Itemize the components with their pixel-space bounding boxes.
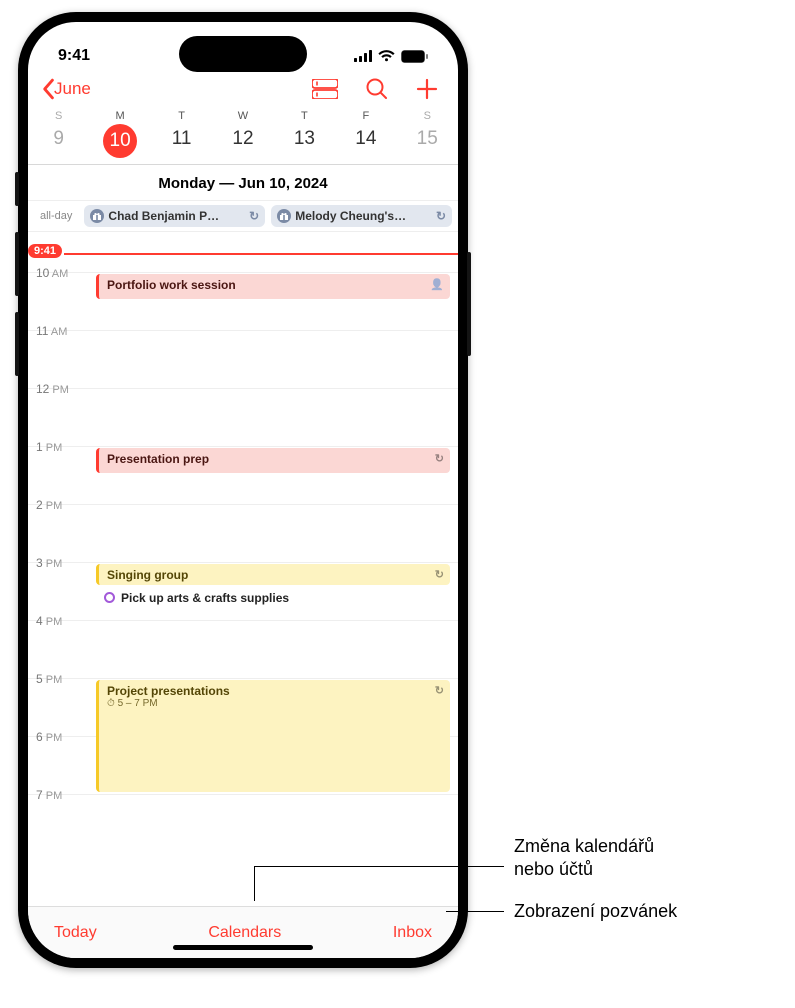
weekday-number: 13 xyxy=(274,128,335,150)
allday-event-chip[interactable]: Chad Benjamin P… ↻ xyxy=(84,205,265,227)
event-time-range: ⏱ 5 – 7 PM xyxy=(107,698,442,709)
hour-gridline: 4 PM xyxy=(28,620,458,621)
weekday-number: 15 xyxy=(397,128,458,150)
back-label: June xyxy=(54,79,91,99)
hour-gridline: 12 PM xyxy=(28,388,458,389)
birthday-gift-icon xyxy=(90,209,104,223)
dynamic-island xyxy=(179,36,307,72)
participants-icon: 👤 xyxy=(430,278,444,291)
event-title: Presentation prep xyxy=(107,452,209,466)
hour-gridline: 11 AM xyxy=(28,330,458,331)
calendar-color-dot xyxy=(104,592,115,603)
calendars-button[interactable]: Calendars xyxy=(208,924,281,942)
weekday-number: 14 xyxy=(335,128,396,150)
event-title: Project presentations xyxy=(107,684,230,698)
allday-row: all-day Chad Benjamin P… ↻ Melody Cheung… xyxy=(28,201,458,232)
hour-gridline: 7 PM xyxy=(28,794,458,795)
hour-label: 10 AM xyxy=(36,266,68,280)
event-title: Portfolio work session xyxy=(107,278,236,292)
callout-connector xyxy=(254,866,504,867)
weekday-letter: T xyxy=(151,110,212,122)
allday-event-text: Chad Benjamin P… xyxy=(108,209,245,223)
hour-label: 12 PM xyxy=(36,382,69,396)
top-nav: June xyxy=(28,76,458,106)
event-singing[interactable]: Singing group ↻ xyxy=(96,564,450,585)
day-timeline[interactable]: 10 AM 11 AM 12 PM 1 PM 2 PM 3 PM 4 PM 5 PM 6 PM 7… xyxy=(28,232,458,906)
status-time: 9:41 xyxy=(58,47,90,65)
iphone-frame: 9:41 June S9M10T11W12T13F14S15 Monday — … xyxy=(18,12,468,968)
repeat-icon: ↻ xyxy=(436,209,446,223)
home-indicator[interactable] xyxy=(173,945,313,950)
weekday-number: 9 xyxy=(28,128,89,150)
event-title: Singing group xyxy=(107,568,188,582)
repeat-icon: ↻ xyxy=(249,209,259,223)
hour-gridline: 3 PM xyxy=(28,562,458,563)
search-icon[interactable] xyxy=(366,78,388,100)
hour-gridline: 10 AM xyxy=(28,272,458,273)
list-view-icon[interactable] xyxy=(312,79,338,99)
callout-connector xyxy=(254,866,255,901)
event-pickup[interactable]: Pick up arts & crafts supplies xyxy=(96,587,450,608)
hour-label: 7 PM xyxy=(36,788,62,802)
allday-event-chip[interactable]: Melody Cheung's… ↻ xyxy=(271,205,452,227)
hour-label: 4 PM xyxy=(36,614,62,628)
event-presentation-prep[interactable]: Presentation prep ↻ xyxy=(96,448,450,473)
callout-text-calendars: Změna kalendářů nebo účtů xyxy=(514,835,654,882)
hour-gridline: 5 PM xyxy=(28,678,458,679)
bottom-toolbar: Today Calendars Inbox xyxy=(28,906,458,958)
back-button[interactable]: June xyxy=(40,78,91,100)
weekday-letter: W xyxy=(212,110,273,122)
weekday-column[interactable]: T 13 xyxy=(274,110,335,164)
hour-label: 6 PM xyxy=(36,730,62,744)
weekday-letter: S xyxy=(397,110,458,122)
battery-icon xyxy=(401,50,428,63)
repeat-icon: ↻ xyxy=(435,452,444,465)
weekday-number: 12 xyxy=(212,128,273,150)
callout-connector xyxy=(446,911,504,912)
screen: 9:41 June S9M10T11W12T13F14S15 Monday — … xyxy=(28,22,458,958)
weekday-letter: M xyxy=(89,110,150,122)
event-portfolio[interactable]: Portfolio work session 👤 xyxy=(96,274,450,299)
weekday-column[interactable]: M 10 xyxy=(89,110,150,164)
hour-label: 11 AM xyxy=(36,324,67,338)
weekday-column[interactable]: F 14 xyxy=(335,110,396,164)
week-header: S9M10T11W12T13F14S15 xyxy=(28,106,458,165)
weekday-column[interactable]: T 11 xyxy=(151,110,212,164)
hour-gridline: 1 PM xyxy=(28,446,458,447)
repeat-icon: ↻ xyxy=(435,568,444,581)
current-date-label: Monday — Jun 10, 2024 xyxy=(28,165,458,201)
hour-label: 3 PM xyxy=(36,556,62,570)
hour-label: 2 PM xyxy=(36,498,62,512)
weekday-column[interactable]: W 12 xyxy=(212,110,273,164)
allday-label: all-day xyxy=(40,210,72,222)
hour-label: 1 PM xyxy=(36,440,62,454)
hour-gridline: 2 PM xyxy=(28,504,458,505)
weekday-number: 11 xyxy=(151,128,212,150)
repeat-icon: ↻ xyxy=(435,684,444,697)
current-time-badge: 9:41 xyxy=(28,244,62,258)
weekday-column[interactable]: S9 xyxy=(28,110,89,164)
weekday-letter: S xyxy=(28,110,89,122)
weekday-letter: F xyxy=(335,110,396,122)
weekday-letter: T xyxy=(274,110,335,122)
event-title: Pick up arts & crafts supplies xyxy=(121,591,289,605)
weekday-column[interactable]: S 15 xyxy=(397,110,458,164)
event-project[interactable]: Project presentations ↻⏱ 5 – 7 PM xyxy=(96,680,450,792)
weekday-number: 10 xyxy=(103,124,137,158)
today-button[interactable]: Today xyxy=(54,924,97,942)
wifi-icon xyxy=(378,50,395,62)
birthday-gift-icon xyxy=(277,209,291,223)
inbox-button[interactable]: Inbox xyxy=(393,924,432,942)
cellular-icon xyxy=(354,50,372,62)
callout-text-inbox: Zobrazení pozvánek xyxy=(514,900,677,923)
add-icon[interactable] xyxy=(416,78,438,100)
hour-label: 5 PM xyxy=(36,672,62,686)
allday-event-text: Melody Cheung's… xyxy=(295,209,432,223)
